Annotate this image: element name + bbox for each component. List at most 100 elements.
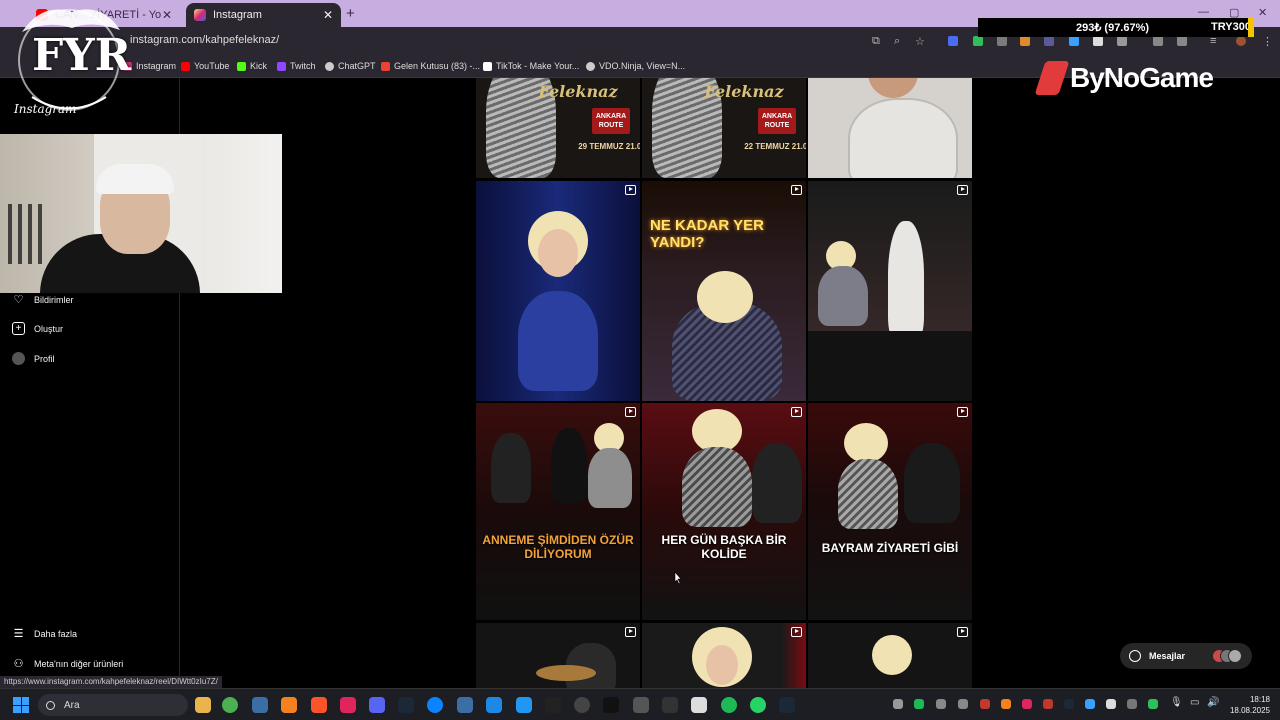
- app-icon[interactable]: [252, 697, 268, 713]
- taskbar-search[interactable]: Ara: [38, 694, 188, 716]
- sidebar-item-profil[interactable]: Profil: [12, 352, 55, 365]
- close-window-icon[interactable]: ✕: [1258, 6, 1267, 19]
- whatsapp-icon[interactable]: [750, 697, 766, 713]
- post-tile[interactable]: NE KADAR YER YANDI?: [642, 181, 806, 401]
- extension-icon[interactable]: [948, 36, 958, 46]
- shield-extension-icon[interactable]: [973, 36, 983, 46]
- bookmark-tiktok[interactable]: TikTok - Make Your...: [483, 61, 579, 71]
- post-tile[interactable]: [642, 623, 806, 688]
- discord-icon[interactable]: [369, 697, 385, 713]
- windows-start-icon[interactable]: [13, 697, 29, 713]
- zoom-icon[interactable]: ⌕: [894, 35, 900, 48]
- screen: CAN... ZİYARETİ - Yo ✕ Instagram ✕ + — ▢…: [0, 0, 1280, 720]
- tray-icon[interactable]: [1106, 699, 1116, 709]
- install-app-icon[interactable]: ⧉: [872, 35, 880, 48]
- bookmark-gmail[interactable]: Gelen Kutusu (83) -...: [381, 61, 480, 71]
- post-tile[interactable]: Feleknaz ANKARA ROUTE 29 TEMMUZ 21.00: [476, 78, 640, 178]
- tray-icon[interactable]: [1043, 699, 1053, 709]
- sequin-dress: [682, 447, 752, 527]
- minimize-icon[interactable]: —: [1198, 6, 1209, 18]
- extension-icon[interactable]: [1093, 36, 1103, 46]
- search-app-icon[interactable]: [281, 697, 297, 713]
- reel-icon: [625, 185, 636, 195]
- search-placeholder: Ara: [64, 699, 80, 711]
- sidebar-item-meta-products[interactable]: ⚇ Meta'nın diğer ürünleri: [12, 657, 124, 670]
- epic-games-icon[interactable]: [545, 697, 561, 713]
- microphone-icon[interactable]: 🎙: [1170, 697, 1183, 708]
- hair: [697, 271, 753, 323]
- tray-icon[interactable]: [914, 699, 924, 709]
- post-tile[interactable]: Feleknaz ANKARA ROUTE 22 TEMMUZ 21.00: [642, 78, 806, 178]
- menu-kebab-icon[interactable]: ⋮: [1262, 35, 1273, 48]
- neon-sign: NE KADAR YER YANDI?: [650, 217, 764, 251]
- app-icon[interactable]: [662, 697, 678, 713]
- tray-icon[interactable]: [980, 699, 990, 709]
- bookmark-star-icon[interactable]: ☆: [915, 35, 925, 48]
- history-icon[interactable]: [1177, 36, 1187, 46]
- post-tile[interactable]: HER GÜN BAŞKA BİR KOLİDE: [642, 403, 806, 620]
- musician: [551, 428, 587, 503]
- tray-icon[interactable]: [936, 699, 946, 709]
- tray-icon[interactable]: [1064, 699, 1074, 709]
- post-tile[interactable]: [476, 181, 640, 401]
- bookmark-twitch[interactable]: Twitch: [277, 61, 316, 71]
- tab-instagram[interactable]: Instagram ✕: [186, 3, 341, 27]
- post-tile[interactable]: ANNEME ŞİMDİDEN ÖZÜR DİLİYORUM: [476, 403, 640, 620]
- file-explorer-icon[interactable]: [195, 697, 211, 713]
- messages-button[interactable]: Mesajlar: [1120, 643, 1252, 669]
- bookmark-kick[interactable]: Kick: [237, 61, 267, 71]
- system-clock[interactable]: 18:18 18.08.2025: [1222, 694, 1270, 716]
- profile-avatar[interactable]: [1236, 36, 1246, 46]
- volume-icon[interactable]: 🔊: [1207, 697, 1219, 708]
- bookmark-chatgpt[interactable]: ChatGPT: [325, 61, 376, 71]
- post-tile[interactable]: [808, 623, 972, 688]
- reel-icon: [957, 407, 968, 417]
- spotify-icon[interactable]: [721, 697, 737, 713]
- post-tile[interactable]: [476, 623, 640, 688]
- obs-icon[interactable]: [574, 697, 590, 713]
- trash-icon[interactable]: [1153, 36, 1163, 46]
- extension-icon[interactable]: [1020, 36, 1030, 46]
- tray-icon[interactable]: [1001, 699, 1011, 709]
- new-tab-button[interactable]: +: [346, 5, 355, 22]
- post-tile[interactable]: [808, 181, 972, 401]
- post-tile[interactable]: BAYRAM ZİYARETİ GİBİ: [808, 403, 972, 620]
- tray-icon[interactable]: [1148, 699, 1158, 709]
- puzzle-extension-icon[interactable]: [1117, 36, 1127, 46]
- tray-icon[interactable]: [958, 699, 968, 709]
- extension-icon[interactable]: [1069, 36, 1079, 46]
- app-icon[interactable]: [603, 697, 619, 713]
- sidebar-item-label: Meta'nın diğer ürünleri: [34, 658, 124, 669]
- close-icon[interactable]: ✕: [162, 8, 172, 22]
- bookmark-vdo-ninja[interactable]: VDO.Ninja, View=N...: [586, 61, 685, 71]
- app-icon[interactable]: [340, 697, 356, 713]
- extension-icon[interactable]: [1044, 36, 1054, 46]
- bookmark-youtube[interactable]: YouTube: [181, 61, 229, 71]
- brave-icon[interactable]: [311, 697, 327, 713]
- tray-icon[interactable]: [1022, 699, 1032, 709]
- twitch-icon: [277, 61, 286, 71]
- steam-icon[interactable]: [779, 697, 795, 713]
- app-icon[interactable]: [633, 697, 649, 713]
- post-tile[interactable]: [808, 78, 972, 178]
- edge-icon[interactable]: [427, 697, 443, 713]
- sidebar-item-bildirimler[interactable]: ♡ Bildirimler: [12, 293, 74, 306]
- tray-icon[interactable]: [893, 699, 903, 709]
- tray-icon[interactable]: [1127, 699, 1137, 709]
- app-icon[interactable]: [691, 697, 707, 713]
- face: [538, 229, 578, 277]
- chrome-icon[interactable]: [222, 697, 238, 713]
- sidebar-item-daha-fazla[interactable]: ☰ Daha fazla: [12, 627, 77, 640]
- image-extension-icon[interactable]: [997, 36, 1007, 46]
- close-icon[interactable]: ✕: [323, 8, 333, 22]
- network-icon[interactable]: ▭: [1190, 697, 1200, 708]
- url-field[interactable]: instagram.com/kahpefeleknaz/: [130, 34, 279, 46]
- sidebar-item-olustur[interactable]: + Oluştur: [12, 322, 63, 335]
- mail-icon[interactable]: [486, 697, 502, 713]
- avatar: [1228, 649, 1242, 663]
- gmail-icon: [381, 61, 390, 71]
- app-icon[interactable]: [457, 697, 473, 713]
- app-icon[interactable]: [516, 697, 532, 713]
- tray-icon[interactable]: [1085, 699, 1095, 709]
- steam-icon[interactable]: [398, 697, 414, 713]
